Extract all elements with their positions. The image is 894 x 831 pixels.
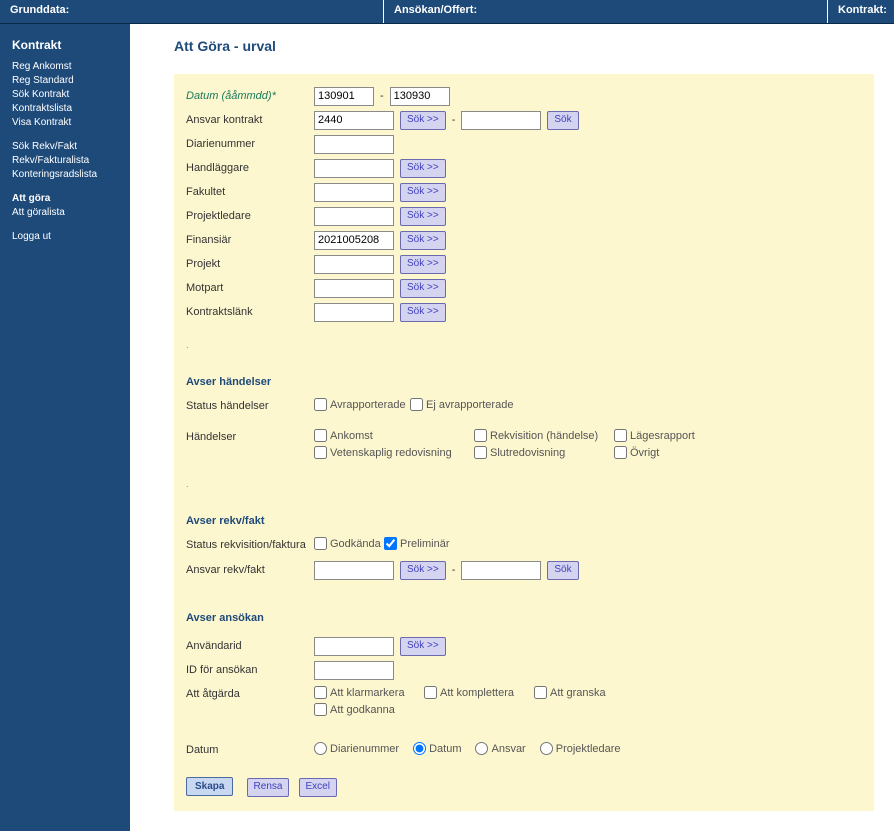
label-anvandarid: Användarid <box>186 640 314 652</box>
label-status-handelser: Status händelser <box>186 398 314 412</box>
cb-slutredovisning[interactable]: Slutredovisning <box>474 446 614 459</box>
label-handelser: Händelser <box>186 429 314 443</box>
motpart-input[interactable] <box>314 279 394 298</box>
fakultet-sok-button[interactable]: Sök >> <box>400 183 446 202</box>
datum-from-input[interactable] <box>314 87 374 106</box>
sidebar-item-reg-ankomst[interactable]: Reg Ankomst <box>12 60 120 74</box>
label-id-ansokan: ID för ansökan <box>186 664 314 676</box>
section-rekv: Avser rekv/fakt <box>186 515 862 527</box>
diarienummer-input[interactable] <box>314 135 394 154</box>
cb-att-godkanna[interactable]: Att godkanna <box>314 703 424 716</box>
sidebar-item-sok-rekv[interactable]: Sök Rekv/Fakt <box>12 140 120 154</box>
finansiar-sok-button[interactable]: Sök >> <box>400 231 446 250</box>
projekt-input[interactable] <box>314 255 394 274</box>
page-title: Att Göra - urval <box>174 38 874 54</box>
motpart-sok-button[interactable]: Sök >> <box>400 279 446 298</box>
id-ansokan-input[interactable] <box>314 661 394 680</box>
ansvar-rekv-input[interactable] <box>314 561 394 580</box>
topbar-ansokan[interactable]: Ansökan/Offert: <box>384 0 828 23</box>
kontraktslank-sok-button[interactable]: Sök >> <box>400 303 446 322</box>
top-bar: Grunddata: Ansökan/Offert: Kontrakt: <box>0 0 894 24</box>
cb-att-granska[interactable]: Att granska <box>534 686 644 699</box>
radio-ansvar[interactable]: Ansvar <box>475 742 525 755</box>
label-ansvar-kontrakt: Ansvar kontrakt <box>186 114 314 126</box>
cb-godkanda[interactable]: Godkända <box>314 537 384 550</box>
form-area: Datum (ååmmdd)* - Ansvar kontrakt Sök >>… <box>174 74 874 811</box>
label-kontraktslank: Kontraktslänk <box>186 306 314 318</box>
sidebar-item-visa-kontrakt[interactable]: Visa Kontrakt <box>12 116 120 130</box>
sidebar: Kontrakt Reg Ankomst Reg Standard Sök Ko… <box>0 24 130 831</box>
sidebar-item-att-gora[interactable]: Att göra <box>12 192 120 206</box>
label-fakultet: Fakultet <box>186 186 314 198</box>
label-status-rekv: Status rekvisition/faktura <box>186 537 314 551</box>
cb-att-klarmarkera[interactable]: Att klarmarkera <box>314 686 424 699</box>
finansiar-input[interactable] <box>314 231 394 250</box>
datum-to-input[interactable] <box>390 87 450 106</box>
ansvar-rekv2-input[interactable] <box>461 561 541 580</box>
projekt-sok-button[interactable]: Sök >> <box>400 255 446 274</box>
label-att-atgarda: Att åtgärda <box>186 686 314 700</box>
cb-ej-avrapporterade[interactable]: Ej avrapporterade <box>410 398 513 411</box>
radio-datum[interactable]: Datum <box>413 742 461 755</box>
sidebar-item-sok-kontrakt[interactable]: Sök Kontrakt <box>12 88 120 102</box>
anvandarid-sok-button[interactable]: Sök >> <box>400 637 446 656</box>
label-diarienummer: Diarienummer <box>186 138 314 150</box>
anvandarid-input[interactable] <box>314 637 394 656</box>
cb-rekvisition-handelse[interactable]: Rekvisition (händelse) <box>474 429 614 442</box>
sidebar-item-logga-ut[interactable]: Logga ut <box>12 230 120 244</box>
excel-button[interactable]: Excel <box>299 778 337 797</box>
projektledare-input[interactable] <box>314 207 394 226</box>
label-finansiar: Finansiär <box>186 234 314 246</box>
topbar-grunddata[interactable]: Grunddata: <box>0 0 384 23</box>
radio-diarienummer[interactable]: Diarienummer <box>314 742 399 755</box>
label-handlaggare: Handläggare <box>186 162 314 174</box>
ansvar-kontrakt2-input[interactable] <box>461 111 541 130</box>
handlaggare-sok-button[interactable]: Sök >> <box>400 159 446 178</box>
label-projektledare: Projektledare <box>186 210 314 222</box>
cb-att-komplettera[interactable]: Att komplettera <box>424 686 534 699</box>
section-ansokan: Avser ansökan <box>186 612 862 624</box>
sidebar-item-kontraktslista[interactable]: Kontraktslista <box>12 102 120 116</box>
cb-avrapporterade[interactable]: Avrapporterade <box>314 398 410 411</box>
cb-ankomst[interactable]: Ankomst <box>314 429 474 442</box>
main-content: Att Göra - urval Datum (ååmmdd)* - Ansva… <box>130 24 894 831</box>
handlaggare-input[interactable] <box>314 159 394 178</box>
label-datum: Datum (ååmmdd)* <box>186 90 314 102</box>
label-datum-sort: Datum <box>186 742 314 756</box>
cb-lagesrapport[interactable]: Lägesrapport <box>614 429 714 442</box>
cb-ovrigt[interactable]: Övrigt <box>614 446 714 459</box>
ansvar-kontrakt2-sok-button[interactable]: Sök <box>547 111 578 130</box>
ansvar-rekv-sok-button[interactable]: Sök >> <box>400 561 446 580</box>
radio-projektledare[interactable]: Projektledare <box>540 742 621 755</box>
cb-preliminar[interactable]: Preliminär <box>384 537 450 550</box>
label-motpart: Motpart <box>186 282 314 294</box>
ansvar-kontrakt-input[interactable] <box>314 111 394 130</box>
fakultet-input[interactable] <box>314 183 394 202</box>
label-ansvar-rekv: Ansvar rekv/fakt <box>186 564 314 576</box>
topbar-kontrakt[interactable]: Kontrakt: <box>828 0 894 23</box>
ansvar-rekv2-sok-button[interactable]: Sök <box>547 561 578 580</box>
rensa-button[interactable]: Rensa <box>247 778 290 797</box>
skapa-button[interactable]: Skapa <box>186 777 233 796</box>
projektledare-sok-button[interactable]: Sök >> <box>400 207 446 226</box>
cb-vetenskaplig[interactable]: Vetenskaplig redovisning <box>314 446 474 459</box>
sidebar-heading: Kontrakt <box>12 38 120 52</box>
section-handelser: Avser händelser <box>186 376 862 388</box>
sidebar-item-reg-standard[interactable]: Reg Standard <box>12 74 120 88</box>
sidebar-item-rekv-fakturalista[interactable]: Rekv/Fakturalista <box>12 154 120 168</box>
sidebar-item-konteringsradslista[interactable]: Konteringsradslista <box>12 168 120 182</box>
label-projekt: Projekt <box>186 258 314 270</box>
ansvar-kontrakt-sok-button[interactable]: Sök >> <box>400 111 446 130</box>
sidebar-item-att-goralista[interactable]: Att göralista <box>12 206 120 220</box>
kontraktslank-input[interactable] <box>314 303 394 322</box>
